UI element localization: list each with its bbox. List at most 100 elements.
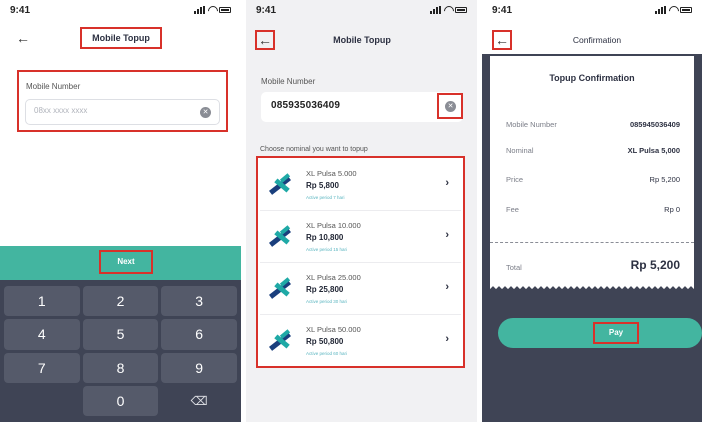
pay-bar: Pay	[498, 318, 702, 348]
next-button[interactable]: Next	[99, 250, 153, 274]
receipt-zigzag-edge	[490, 285, 694, 291]
mobile-number-field: ✕	[261, 92, 463, 122]
screen-mobile-topup-input: 9:41 ← Mobile Topup Mobile Number ✕ Next…	[0, 0, 241, 422]
receipt-total: Total Rp 5,200	[506, 258, 680, 276]
page-title: Mobile Topup	[80, 27, 162, 49]
screen-choose-nominal: 9:41 ← Mobile Topup Mobile Number ✕ Choo…	[246, 0, 477, 422]
chevron-right-icon: ›	[445, 229, 449, 241]
nav-bar: ← Mobile Topup	[0, 24, 241, 54]
xl-logo-icon	[268, 277, 292, 300]
status-time: 9:41	[256, 5, 277, 16]
battery-icon	[219, 7, 231, 13]
chevron-right-icon: ›	[445, 177, 449, 189]
screen-confirmation: 9:41 ← Confirmation Topup Confirmation M…	[482, 0, 702, 422]
row-value: Rp 5,200	[649, 175, 680, 184]
nav-bar: ← Mobile Topup	[246, 24, 477, 54]
dashed-divider	[490, 242, 694, 243]
receipt-row-price: Price Rp 5,200	[506, 175, 680, 187]
next-bar: Next	[0, 246, 241, 280]
xl-logo-icon	[268, 329, 292, 352]
nominal-item[interactable]: XL Pulsa 10.000 Rp 10,800 Active period …	[260, 212, 461, 263]
chevron-right-icon: ›	[445, 333, 449, 345]
nominal-name: XL Pulsa 25.000	[306, 273, 361, 282]
mobile-number-input[interactable]	[34, 106, 184, 115]
signal-icon	[430, 6, 441, 14]
key-4[interactable]: 4	[4, 319, 80, 350]
chevron-right-icon: ›	[445, 281, 449, 293]
row-label: Mobile Number	[506, 120, 557, 129]
battery-icon	[680, 7, 692, 13]
key-6[interactable]: 6	[161, 319, 237, 350]
receipt-title: Topup Confirmation	[549, 73, 635, 83]
nominal-period: Active period 30 hari	[306, 299, 348, 304]
status-bar: 9:41	[0, 0, 241, 22]
system-icons	[430, 6, 467, 14]
wifi-icon	[444, 6, 452, 14]
nominal-period: Active period 15 hari	[306, 247, 348, 252]
key-8[interactable]: 8	[82, 352, 159, 383]
receipt-row-fee: Fee Rp 0	[506, 205, 680, 217]
status-bar: 9:41	[482, 0, 702, 22]
nominal-price: Rp 5,800	[306, 181, 339, 190]
signal-icon	[655, 6, 666, 14]
key-9[interactable]: 9	[161, 352, 237, 383]
wifi-icon	[669, 6, 677, 14]
receipt-row-mobile: Mobile Number 085945036409	[506, 120, 680, 132]
key-2[interactable]: 2	[82, 286, 159, 317]
nominal-name: XL Pulsa 10.000	[306, 221, 361, 230]
mobile-number-input[interactable]	[271, 100, 421, 111]
nominal-list: XL Pulsa 5.000 Rp 5,800 Active period 7 …	[256, 156, 465, 368]
key-empty	[4, 386, 80, 416]
battery-icon	[455, 7, 467, 13]
nominal-price: Rp 10,800	[306, 233, 344, 242]
nominal-item[interactable]: XL Pulsa 25.000 Rp 25,800 Active period …	[260, 264, 461, 315]
status-bar: 9:41	[246, 0, 477, 22]
nominal-item[interactable]: XL Pulsa 50.000 Rp 50,800 Active period …	[260, 316, 461, 367]
row-label: Price	[506, 175, 524, 184]
receipt-row-nominal: Nominal XL Pulsa 5,000	[506, 146, 680, 158]
wifi-icon	[208, 6, 216, 14]
numeric-keypad: 1 2 3 4 5 6 7 8 9 0 ⌫	[0, 280, 241, 422]
signal-icon	[194, 6, 205, 14]
mobile-number-field: ✕	[25, 99, 220, 125]
nominal-name: XL Pulsa 50.000	[306, 325, 361, 334]
xl-logo-icon	[268, 173, 292, 196]
clear-icon: ✕	[445, 101, 456, 112]
page-title: Mobile Topup	[333, 35, 391, 45]
nominal-name: XL Pulsa 5.000	[306, 169, 357, 178]
key-3[interactable]: 3	[161, 286, 237, 317]
mobile-number-label: Mobile Number	[261, 77, 316, 86]
row-value: Rp 0	[664, 205, 680, 214]
receipt-card: Topup Confirmation Mobile Number 0859450…	[490, 56, 694, 286]
nominal-period: Active period 7 hari	[306, 195, 345, 200]
nominal-price: Rp 25,800	[306, 285, 344, 294]
back-arrow-icon[interactable]: ←	[14, 30, 32, 48]
nominal-period: Active period 60 hari	[306, 351, 348, 356]
row-label: Nominal	[506, 146, 534, 155]
nominal-item[interactable]: XL Pulsa 5.000 Rp 5,800 Active period 7 …	[260, 160, 461, 211]
status-time: 9:41	[10, 5, 31, 16]
total-label: Total	[506, 263, 522, 272]
nominal-price: Rp 50,800	[306, 337, 344, 346]
status-time: 9:41	[492, 5, 513, 16]
back-arrow-icon[interactable]: ←	[255, 30, 275, 50]
row-label: Fee	[506, 205, 519, 214]
row-value: XL Pulsa 5,000	[627, 146, 680, 155]
clear-button[interactable]: ✕	[437, 93, 463, 119]
key-0[interactable]: 0	[82, 385, 159, 416]
system-icons	[194, 6, 231, 14]
page-title: Confirmation	[572, 35, 622, 45]
backspace-icon[interactable]: ⌫	[161, 386, 237, 416]
key-7[interactable]: 7	[4, 352, 80, 383]
clear-icon[interactable]: ✕	[200, 107, 211, 118]
row-value: 085945036409	[629, 120, 680, 129]
back-arrow-icon[interactable]: ←	[492, 30, 512, 50]
system-icons	[655, 6, 692, 14]
key-1[interactable]: 1	[4, 286, 80, 317]
mobile-number-card: Mobile Number ✕	[17, 70, 228, 132]
pay-button[interactable]: Pay	[593, 322, 639, 344]
key-5[interactable]: 5	[82, 319, 159, 350]
choose-nominal-label: Choose nominal you want to topup	[260, 146, 368, 153]
xl-logo-icon	[268, 225, 292, 248]
mobile-number-label: Mobile Number	[26, 82, 81, 91]
